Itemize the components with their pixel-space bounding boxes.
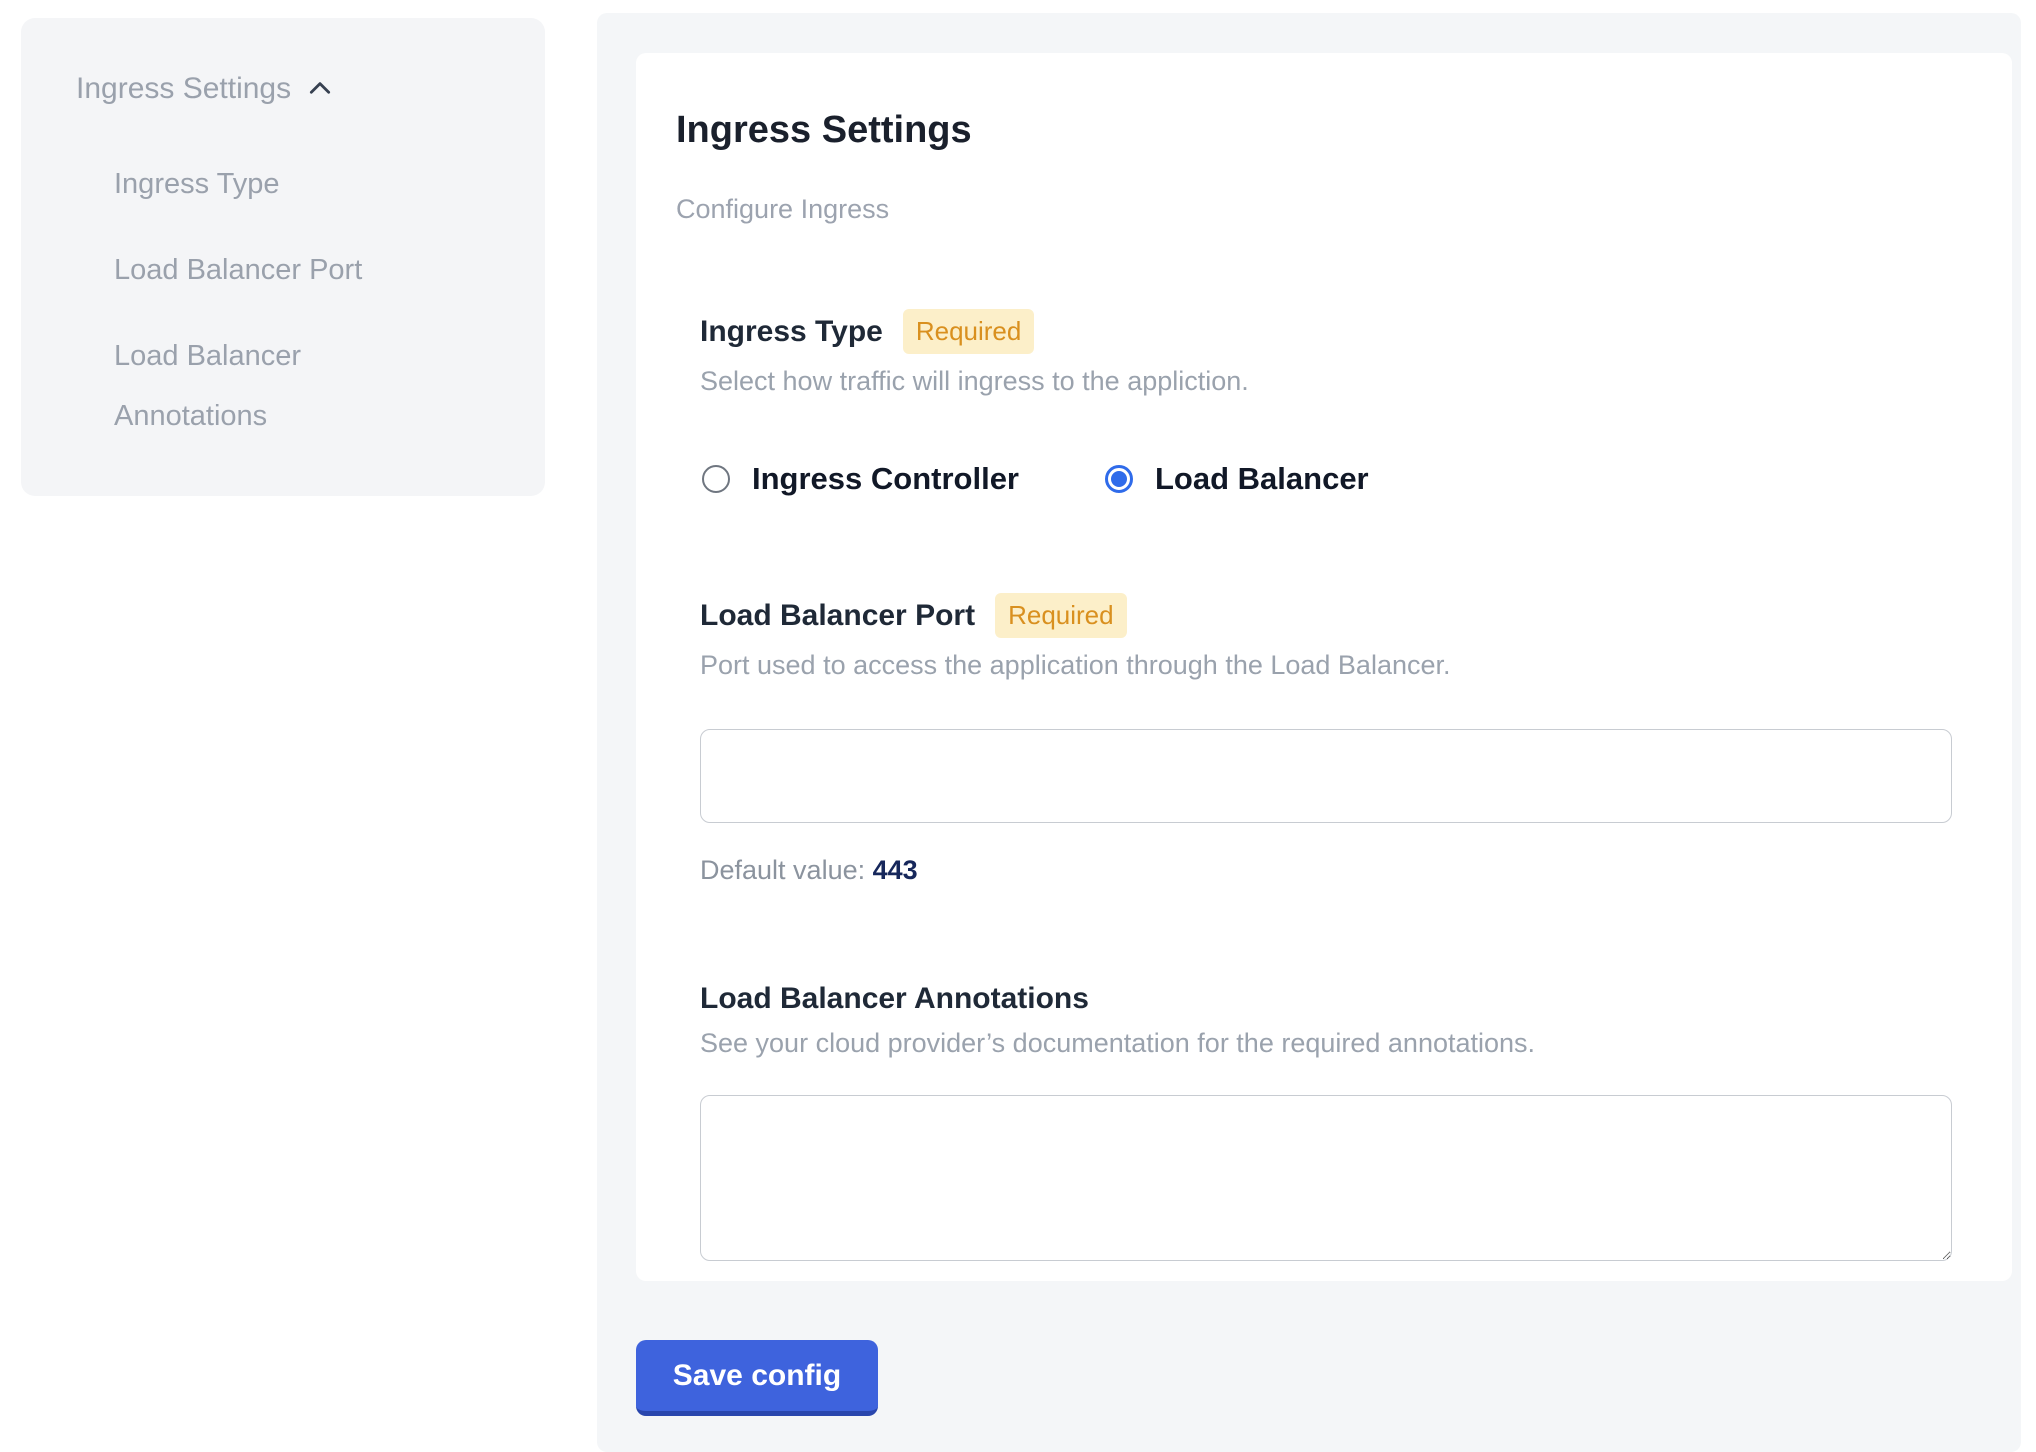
ingress-type-radio-group: Ingress Controller Load Balancer <box>702 461 1952 497</box>
lb-annotations-description: See your cloud provider’s documentation … <box>700 1028 1952 1059</box>
radio-option-load-balancer[interactable]: Load Balancer <box>1105 461 1369 497</box>
radio-label-load-balancer: Load Balancer <box>1155 461 1369 497</box>
section-ingress-type: Ingress Type Required Select how traffic… <box>700 309 1952 497</box>
lb-annotations-label: Load Balancer Annotations <box>700 982 1089 1016</box>
lb-annotations-textarea[interactable] <box>700 1095 1952 1261</box>
save-config-button[interactable]: Save config <box>636 1340 878 1416</box>
lb-port-input[interactable] <box>700 729 1952 823</box>
section-load-balancer-annotations: Load Balancer Annotations See your cloud… <box>700 982 1952 1261</box>
main-panel: Ingress Settings Configure Ingress Ingre… <box>597 13 2021 1452</box>
required-badge: Required <box>903 309 1035 354</box>
radio-option-ingress-controller[interactable]: Ingress Controller <box>702 461 1019 497</box>
default-value-label: Default value: <box>700 855 865 885</box>
sidebar-item-load-balancer-annotations[interactable]: Load Balancer Annotations <box>114 326 444 446</box>
default-value: 443 <box>873 855 918 885</box>
chevron-up-icon <box>307 76 333 102</box>
radio-unselected-icon[interactable] <box>702 465 730 493</box>
lb-port-label: Load Balancer Port <box>700 599 975 633</box>
ingress-type-label: Ingress Type <box>700 315 883 349</box>
sidebar: Ingress Settings Ingress Type Load Balan… <box>21 18 545 496</box>
sidebar-item-load-balancer-port[interactable]: Load Balancer Port <box>114 240 444 300</box>
page-title: Ingress Settings <box>676 109 1952 152</box>
radio-selected-icon[interactable] <box>1105 465 1133 493</box>
required-badge: Required <box>995 593 1127 638</box>
sidebar-item-ingress-type[interactable]: Ingress Type <box>114 154 444 214</box>
page-subtitle: Configure Ingress <box>676 194 1952 225</box>
sidebar-section-header[interactable]: Ingress Settings <box>76 72 505 106</box>
section-load-balancer-port: Load Balancer Port Required Port used to… <box>700 593 1952 886</box>
sidebar-section-label: Ingress Settings <box>76 72 291 106</box>
lb-port-description: Port used to access the application thro… <box>700 650 1952 681</box>
radio-label-ingress-controller: Ingress Controller <box>752 461 1019 497</box>
lb-port-default-row: Default value: 443 <box>700 855 1952 886</box>
ingress-type-description: Select how traffic will ingress to the a… <box>700 366 1952 397</box>
ingress-settings-card: Ingress Settings Configure Ingress Ingre… <box>636 53 2012 1281</box>
